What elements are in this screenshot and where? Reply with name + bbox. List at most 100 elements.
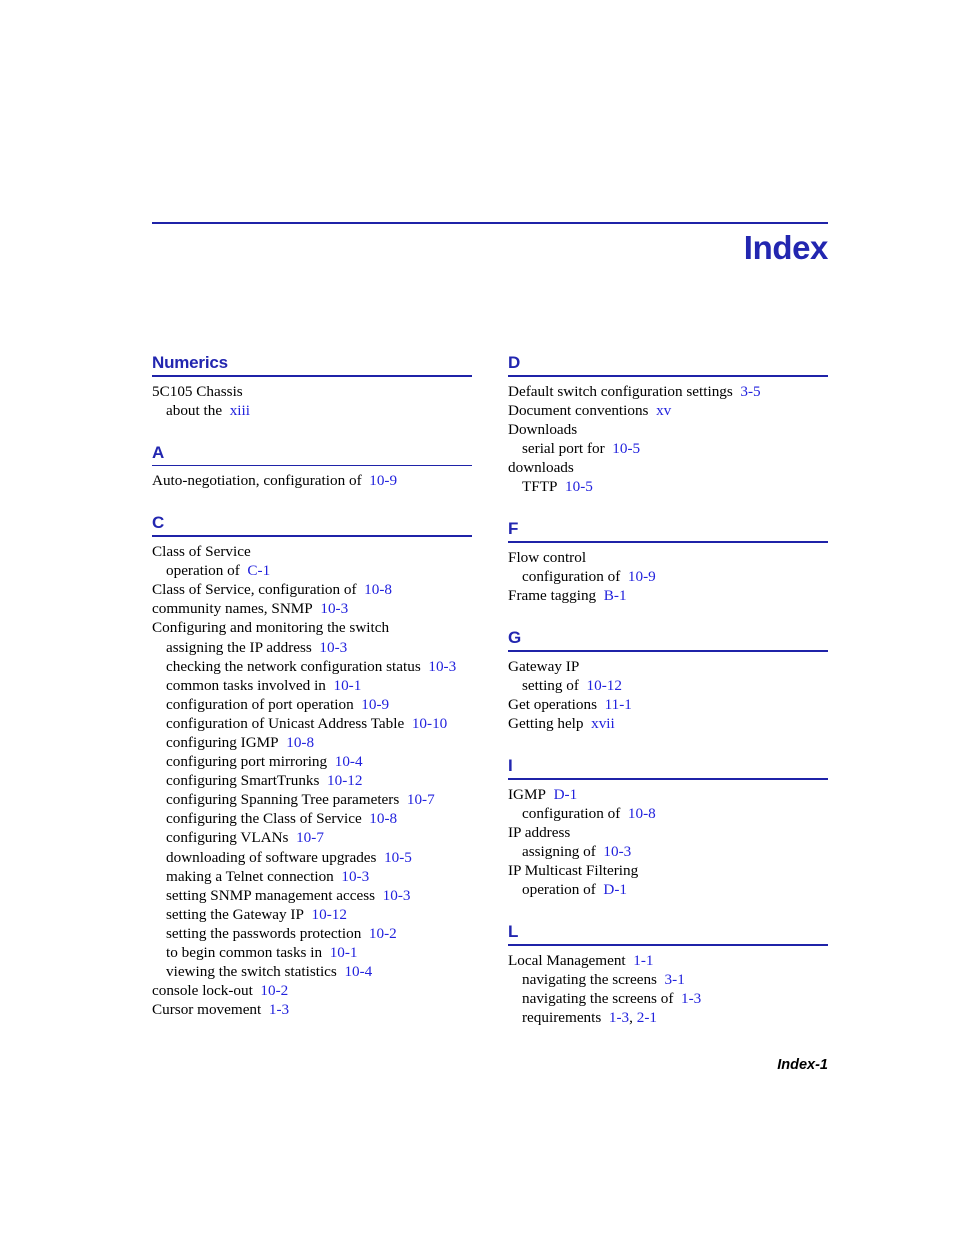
index-section-f: F Flow control configuration of 10-9 Frame … <box>508 518 828 605</box>
index-section-i: I IGMP D-1 configuration of 10-8 IP address… <box>508 755 828 899</box>
page-reference-link[interactable]: 10-9 <box>369 472 397 489</box>
page-reference-link[interactable]: 10-9 <box>361 696 389 713</box>
page-title: Index <box>743 229 829 266</box>
page-reference-link[interactable]: 10-5 <box>565 478 593 495</box>
page-reference-link[interactable]: 10-3 <box>341 868 369 885</box>
index-entry-text: assigning the IP address <box>166 638 312 656</box>
page-reference-link[interactable]: D-1 <box>554 786 578 803</box>
index-entry-text: operation of <box>166 562 240 580</box>
index-entry: Gateway IP <box>508 657 828 676</box>
index-subentry: downloading of software upgrades 10-5 <box>152 848 472 867</box>
index-subentry: configuring SmartTrunks 10-12 <box>152 771 472 790</box>
index-entry-text: Frame tagging <box>508 586 597 604</box>
index-entry: Auto-negotiation, configuration of 10-9 <box>152 471 472 490</box>
page-reference-link[interactable]: 10-3 <box>428 658 456 675</box>
section-heading: I <box>508 756 513 775</box>
index-subentry: requirements 1-3, 2-1 <box>508 1008 828 1027</box>
index-subentry: setting the Gateway IP 10-12 <box>152 905 472 924</box>
index-entry-text: community names, SNMP <box>152 600 313 618</box>
page-reference-link[interactable]: 1-1 <box>633 952 653 969</box>
page-reference-link[interactable]: 10-12 <box>587 677 622 694</box>
index-entry-text: configuration of <box>522 804 621 822</box>
page-reference-link[interactable]: 10-2 <box>260 982 288 999</box>
index-section-a: A Auto-negotiation, configuration of 10-9 <box>152 442 472 491</box>
page-reference-link[interactable]: xvii <box>591 715 615 732</box>
page-reference-link[interactable]: 10-8 <box>628 805 656 822</box>
page-reference-link[interactable]: 10-8 <box>286 734 314 751</box>
index-entry-text: Flow control <box>508 548 587 566</box>
page-reference-link[interactable]: 10-1 <box>333 677 361 694</box>
page-reference-link[interactable]: 10-12 <box>312 906 347 923</box>
page-reference-link[interactable]: 10-3 <box>320 600 348 617</box>
index-subentry: configuring port mirroring 10-4 <box>152 752 472 771</box>
page-ref-separator: , <box>629 1009 637 1027</box>
left-column: Numerics 5C105 Chassis about the xiii A Auto… <box>152 352 472 1019</box>
index-entry-text: setting the Gateway IP <box>166 905 304 923</box>
index-entry-text: Get operations <box>508 695 597 713</box>
index-subentry: setting of 10-12 <box>508 676 828 695</box>
section-heading: D <box>508 353 521 372</box>
index-entry-text: configuration of <box>522 567 621 585</box>
index-subentry: navigating the screens of 1-3 <box>508 989 828 1008</box>
page-reference-link[interactable]: 10-1 <box>330 944 358 961</box>
index-entry-text: Cursor movement <box>152 1001 262 1019</box>
page-reference-link[interactable]: 11-1 <box>605 696 632 713</box>
index-entry-text: setting the passwords protection <box>166 924 362 942</box>
page-reference-link[interactable]: 10-3 <box>319 639 347 656</box>
index-entry-text: Class of Service <box>152 543 251 561</box>
index-entry-text: configuration of Unicast Address Table <box>166 714 405 732</box>
index-subentry: assigning the IP address 10-3 <box>152 638 472 657</box>
index-subentry: operation of D-1 <box>508 880 828 899</box>
index-entry-text: 5C105 Chassis <box>152 382 243 400</box>
page-reference-link[interactable]: xiii <box>230 402 250 419</box>
page-reference-link[interactable]: 10-7 <box>407 791 435 808</box>
section-heading: G <box>508 628 522 648</box>
page-reference-link[interactable]: 1-3 <box>681 990 701 1007</box>
page-reference-link[interactable]: 1-3 <box>269 1001 289 1018</box>
page-reference-link[interactable]: 10-4 <box>344 963 372 980</box>
page-reference-link[interactable]: 10-7 <box>296 829 324 846</box>
index-entry-text: configuring VLANs <box>166 829 289 847</box>
page-reference-link[interactable]: 10-3 <box>603 843 631 860</box>
index-subentry: serial port for 10-5 <box>508 439 828 458</box>
page-reference-link[interactable]: xv <box>656 402 671 419</box>
page-reference-link[interactable]: 10-12 <box>327 772 362 789</box>
index-entry: community names, SNMP 10-3 <box>152 599 472 618</box>
index-subentry: configuration of 10-9 <box>508 567 828 586</box>
index-entry: Document conventions xv <box>508 401 828 420</box>
page-reference-link[interactable]: 3-5 <box>740 383 760 400</box>
page-reference-link[interactable]: C-1 <box>247 562 270 579</box>
section-heading: A <box>152 442 165 462</box>
index-entry: Configuring and monitoring the switch <box>152 618 472 637</box>
index-entry: Class of Service, configuration of 10-8 <box>152 580 472 599</box>
index-entry-text: serial port for <box>522 439 605 457</box>
page-reference-link[interactable]: 10-5 <box>612 440 640 457</box>
index-entry-text: console lock-out <box>152 982 253 1000</box>
index-entry-text: setting of <box>522 676 579 694</box>
page-reference-link[interactable]: D-1 <box>603 881 627 898</box>
index-entry-text: configuring IGMP <box>166 734 279 751</box>
page-reference-link[interactable]: 10-2 <box>369 925 397 942</box>
index-subentry: operation of C-1 <box>152 561 472 580</box>
index-subentry: configuring VLANs 10-7 <box>152 828 472 847</box>
page-reference-link[interactable]: 10-9 <box>628 568 656 585</box>
index-subentry: to begin common tasks in 10-1 <box>152 943 472 962</box>
index-entry: Frame tagging B-1 <box>508 586 828 605</box>
page-reference-link[interactable]: 10-5 <box>384 849 412 866</box>
page-reference-link[interactable]: 10-4 <box>335 753 363 770</box>
page-reference-link[interactable]: 1-3 <box>609 1009 629 1026</box>
page-reference-link[interactable]: 10-8 <box>369 810 397 827</box>
index-section-g: G Gateway IP setting of 10-12 Get operation… <box>508 627 828 733</box>
page-reference-link[interactable]: 2-1 <box>637 1009 657 1026</box>
index-entry-text: Getting help <box>508 714 584 732</box>
page-reference-link[interactable]: 10-10 <box>412 715 447 732</box>
page-reference-link[interactable]: 10-3 <box>383 887 411 904</box>
index-entry-text: IGMP <box>508 785 546 803</box>
page-reference-link[interactable]: 3-1 <box>665 971 685 988</box>
page-reference-link[interactable]: 10-8 <box>364 581 392 598</box>
index-entry-text: Configuring and monitoring the switch <box>152 619 390 637</box>
index-entry: IP Multicast Filtering <box>508 861 828 880</box>
page-reference-link[interactable]: B-1 <box>604 587 627 604</box>
index-entry-text: downloading of software upgrades <box>166 848 377 866</box>
index-subentry: configuring Spanning Tree parameters 10-… <box>152 790 472 809</box>
